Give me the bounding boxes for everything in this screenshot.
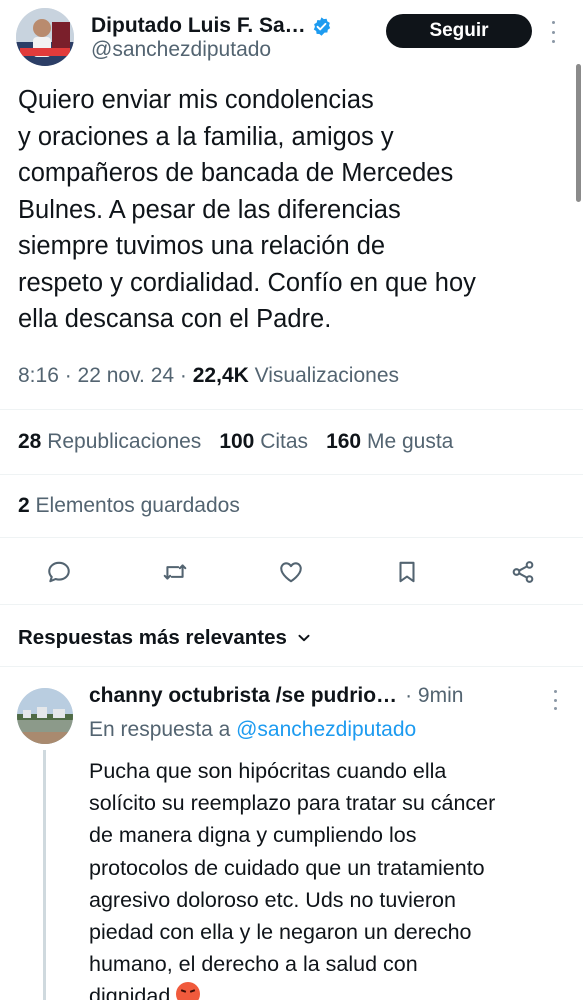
views-label: Visualizaciones — [254, 364, 400, 387]
tweet-meta: 8:16 · 22 nov. 24 · 22,4K Visualizacione… — [18, 364, 399, 388]
action-bar — [0, 552, 583, 592]
more-options-icon[interactable] — [549, 21, 557, 43]
reply-text: Pucha que son hipócritas cuando ella sol… — [89, 755, 559, 1000]
in-reply-handle-link[interactable]: @sanchezdiputado — [236, 718, 416, 741]
quotes-stat[interactable]: 100 Citas — [219, 430, 308, 454]
like-icon[interactable] — [276, 557, 306, 587]
reply-header: channy octubrista /se pudrio… · 9min — [89, 684, 463, 708]
meta-separator: · — [64, 364, 78, 387]
tweet-date[interactable]: 22 nov. 24 — [78, 364, 175, 387]
reposts-count: 28 — [18, 430, 42, 453]
angry-face-emoji-icon — [176, 982, 201, 1000]
scrollbar[interactable] — [576, 64, 581, 202]
reposts-label: Republicaciones — [47, 430, 202, 453]
tweet-text: Quiero enviar mis condolencias y oracion… — [18, 86, 476, 333]
divider — [0, 537, 583, 538]
repost-icon[interactable] — [160, 557, 190, 587]
divider — [0, 666, 583, 667]
likes-stat[interactable]: 160 Me gusta — [326, 430, 453, 454]
reply-item[interactable]: channy octubrista /se pudrio… · 9min En … — [0, 680, 583, 1000]
quotes-count: 100 — [219, 430, 255, 453]
tweet-time[interactable]: 8:16 — [18, 364, 59, 387]
bookmarks-label: Elementos guardados — [35, 494, 240, 517]
reply-text-body: Pucha que son hipócritas cuando ella sol… — [89, 759, 496, 1000]
reply-time[interactable]: · 9min — [405, 684, 463, 708]
share-icon[interactable] — [508, 557, 538, 587]
tweet-author-header: Diputado Luis F. Sa… @sanchezdiputado Se… — [16, 8, 573, 68]
verified-badge-icon — [311, 16, 332, 37]
bookmark-icon[interactable] — [392, 557, 422, 587]
reply-icon[interactable] — [44, 557, 74, 587]
in-reply-prefix: En respuesta a — [89, 718, 231, 741]
reply-author-name[interactable]: channy octubrista /se pudrio… — [89, 684, 397, 708]
divider — [0, 474, 583, 475]
follow-button[interactable]: Seguir — [386, 14, 532, 48]
divider — [0, 604, 583, 605]
divider — [0, 409, 583, 410]
replies-sort-dropdown[interactable]: Respuestas más relevantes — [18, 626, 311, 650]
engagement-stats: 28 Republicaciones 100 Citas 160 Me gust… — [18, 430, 453, 454]
meta-separator: · — [179, 364, 193, 387]
reply-more-options-icon[interactable] — [551, 690, 559, 710]
bookmarks-count: 2 — [18, 494, 30, 517]
bookmarks-stat[interactable]: 2 Elementos guardados — [18, 494, 240, 518]
in-reply-to: En respuesta a @sanchezdiputado — [89, 718, 416, 742]
likes-count: 160 — [326, 430, 362, 453]
quotes-label: Citas — [260, 430, 309, 453]
author-name[interactable]: Diputado Luis F. Sa… — [91, 14, 332, 38]
chevron-down-icon — [298, 634, 310, 642]
author-handle[interactable]: @sanchezdiputado — [91, 38, 271, 62]
thread-line — [43, 750, 46, 1000]
author-name-text[interactable]: Diputado Luis F. Sa… — [91, 14, 306, 38]
views-count: 22,4K — [192, 364, 249, 387]
reposts-stat[interactable]: 28 Republicaciones — [18, 430, 201, 454]
replies-sort-label: Respuestas más relevantes — [18, 626, 287, 649]
reply-avatar[interactable] — [17, 688, 73, 744]
author-avatar[interactable] — [16, 8, 74, 66]
likes-label: Me gusta — [366, 430, 454, 453]
